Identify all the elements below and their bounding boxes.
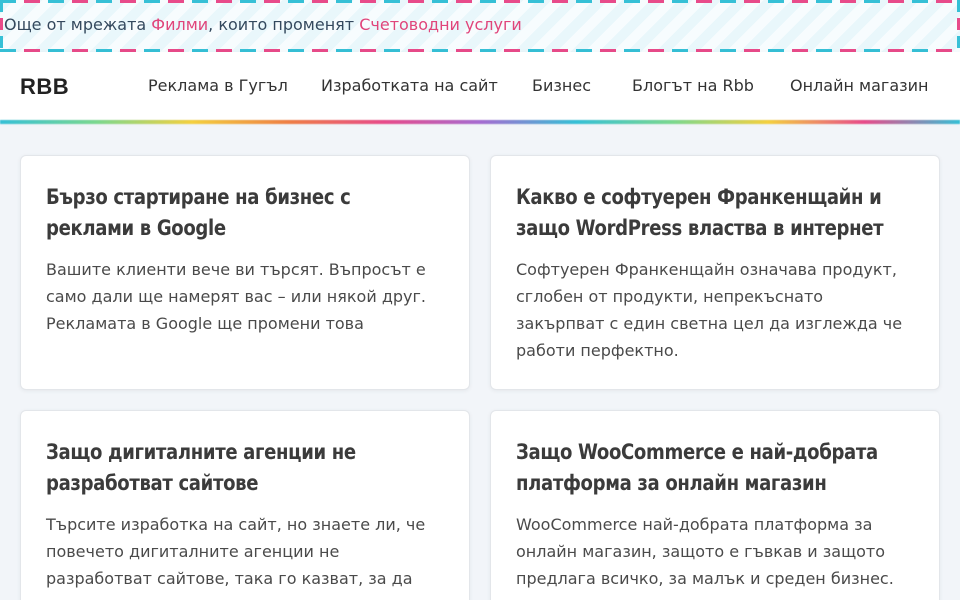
- article-excerpt: Търсите изработка на сайт, но знаете ли,…: [46, 515, 426, 600]
- article-excerpt: Вашите клиенти вече ви търсят. Въпросът …: [46, 260, 427, 333]
- article-card[interactable]: Бързо стартиране на бизнес с реклами в G…: [20, 155, 470, 390]
- nav-item-blog[interactable]: Блогът на Rbb: [632, 76, 754, 96]
- banner-link-accounting[interactable]: Счетоводни услуги: [359, 15, 522, 34]
- banner-text: Още от мрежата Филми, които променят Сче…: [4, 15, 522, 35]
- banner-middle: , които променят: [208, 15, 355, 34]
- banner-link-movies[interactable]: Филми: [151, 15, 208, 34]
- article-title[interactable]: Бързо стартиране на бизнес с реклами в G…: [46, 182, 443, 244]
- article-card[interactable]: Защо WooCommerce е най-добрата платформа…: [490, 410, 940, 600]
- article-excerpt: Софтуерен Франкенщайн означава продукт, …: [516, 260, 903, 360]
- article-title[interactable]: Защо дигиталните агенции не разработват …: [46, 437, 443, 499]
- nav-item-online-store[interactable]: Онлайн магазин: [790, 76, 928, 96]
- nav-item-website-development[interactable]: Изработката на сайт: [321, 76, 498, 96]
- article-title[interactable]: Защо WooCommerce е най-добрата платформа…: [516, 437, 913, 499]
- nav-item-google-ads[interactable]: Реклама в Гугъл: [148, 76, 288, 96]
- site-header: RBB Реклама в Гугъл Изработката на сайт …: [0, 52, 960, 120]
- nav-item-business[interactable]: Бизнес: [532, 76, 591, 96]
- main-nav: Реклама в Гугъл Изработката на сайт Бизн…: [0, 76, 960, 100]
- banner-border-top: [0, 0, 960, 3]
- article-card[interactable]: Какво е софтуерен Франкенщайн и защо Wor…: [490, 155, 940, 390]
- article-title[interactable]: Какво е софтуерен Франкенщайн и защо Wor…: [516, 182, 913, 244]
- article-excerpt: WooCommerce най-добрата платформа за онл…: [516, 515, 894, 588]
- banner-border-left: [0, 0, 3, 52]
- banner-prefix: Още от мрежата: [4, 15, 147, 34]
- header-rainbow-divider: [0, 120, 960, 124]
- network-banner: Още от мрежата Филми, които променят Сче…: [0, 0, 960, 52]
- article-card[interactable]: Защо дигиталните агенции не разработват …: [20, 410, 470, 600]
